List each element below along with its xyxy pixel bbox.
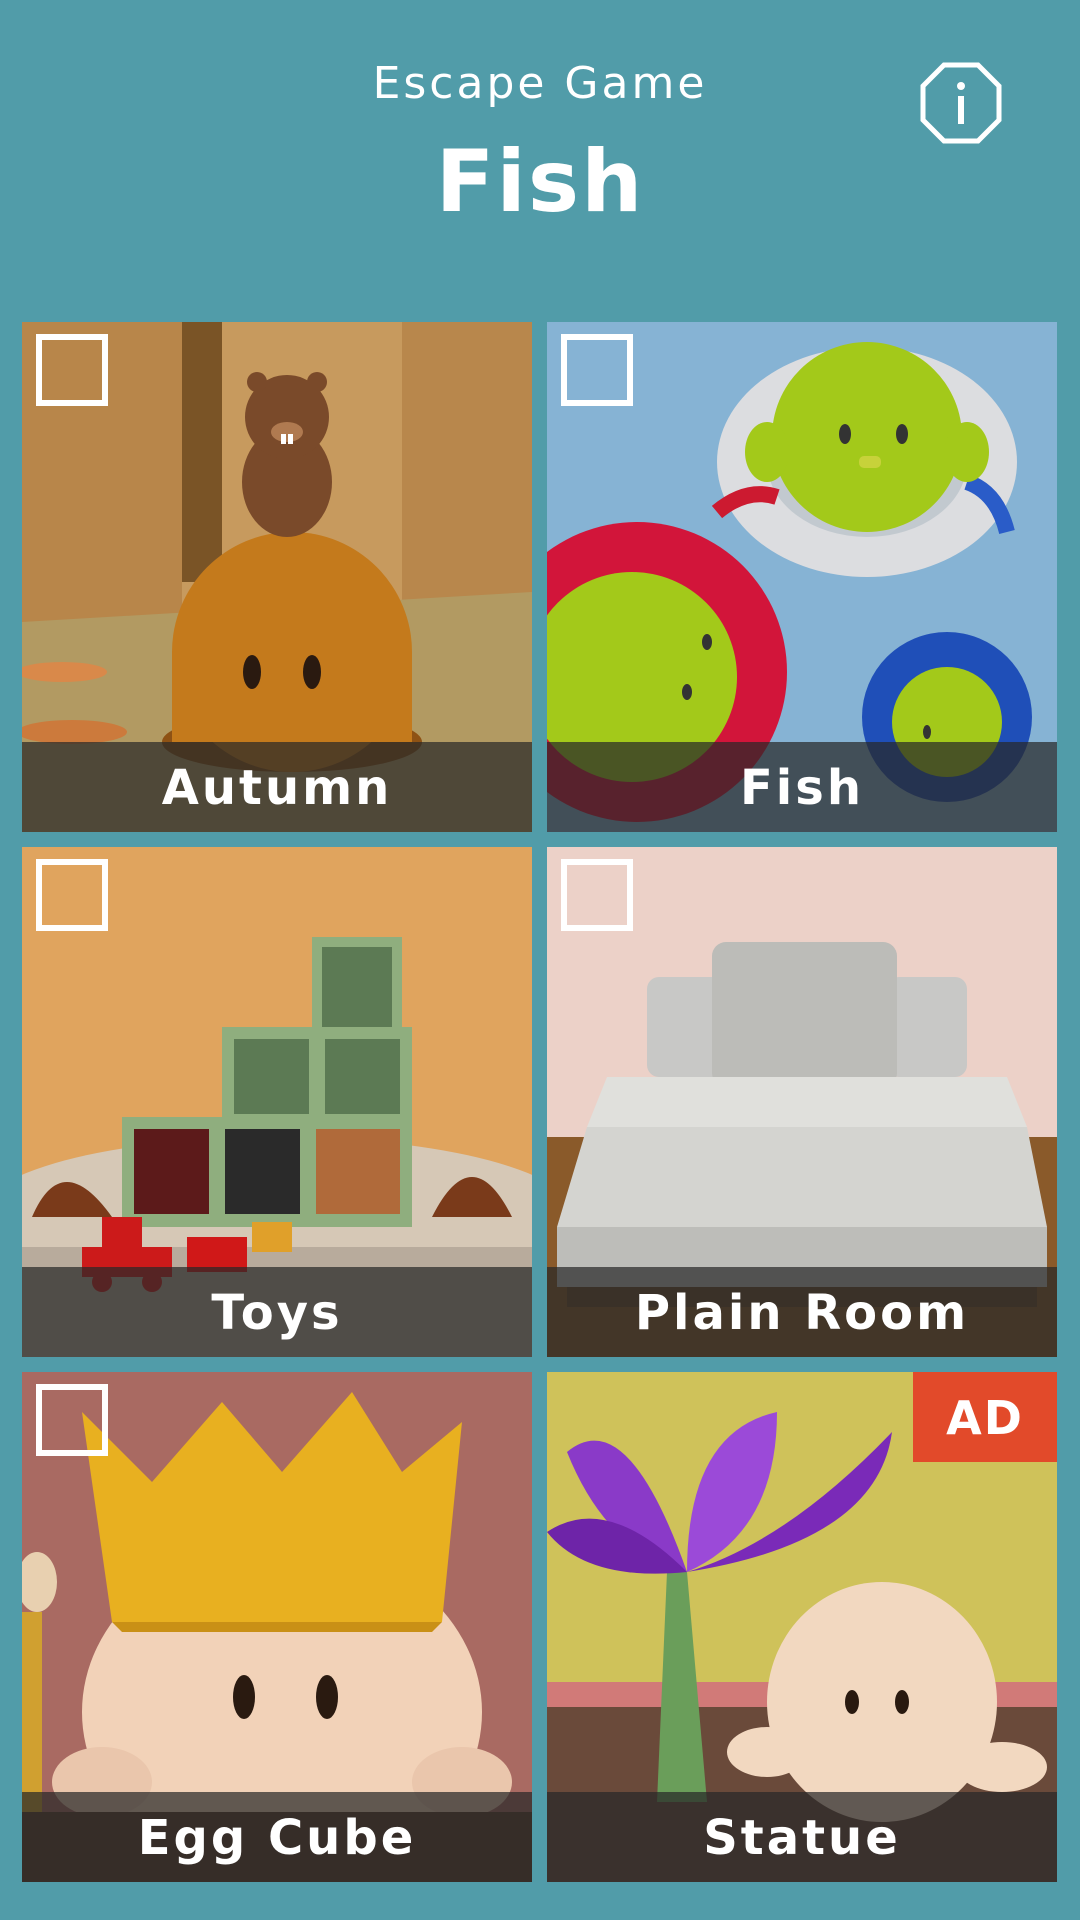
info-icon xyxy=(920,62,1002,144)
completed-checkbox xyxy=(36,334,108,406)
level-label: Statue xyxy=(703,1810,901,1866)
game-subtitle: Escape Game xyxy=(372,58,708,109)
completed-checkbox xyxy=(561,334,633,406)
info-button[interactable] xyxy=(920,62,1002,144)
completed-checkbox xyxy=(36,859,108,931)
ad-badge: AD xyxy=(913,1372,1057,1462)
header: Escape Game Fish xyxy=(0,0,1080,300)
level-tile-toys[interactable]: Toys xyxy=(22,847,532,1357)
level-label: Plain Room xyxy=(634,1285,970,1341)
level-label: Autumn xyxy=(161,760,393,816)
level-label: Egg Cube xyxy=(137,1810,417,1866)
level-tile-autumn[interactable]: Autumn xyxy=(22,322,532,832)
level-tile-egg-cube[interactable]: Egg Cube xyxy=(22,1372,532,1882)
completed-checkbox xyxy=(36,1384,108,1456)
game-title: Fish xyxy=(435,132,645,232)
level-tile-plain-room[interactable]: Plain Room xyxy=(547,847,1057,1357)
level-tile-statue[interactable]: AD Statue xyxy=(547,1372,1057,1882)
level-label: Fish xyxy=(740,760,864,816)
level-tile-fish[interactable]: Fish xyxy=(547,322,1057,832)
completed-checkbox xyxy=(561,859,633,931)
level-label: Toys xyxy=(211,1285,343,1341)
